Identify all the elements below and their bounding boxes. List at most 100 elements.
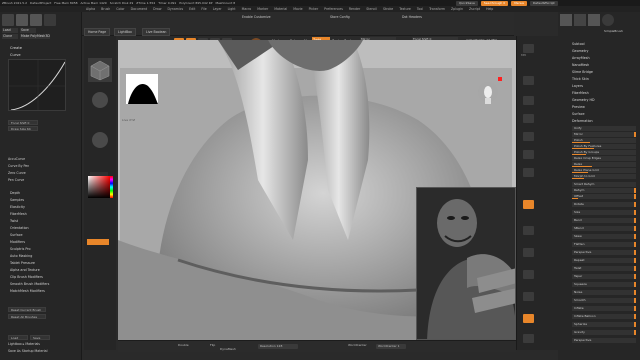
section-fibermesh[interactable]: FiberMesh: [572, 91, 589, 95]
reference-image-panel[interactable]: [416, 187, 516, 340]
move-view-button[interactable]: [523, 226, 534, 235]
deform-polish-groups[interactable]: Polish By Groups: [572, 150, 636, 155]
menu-edit[interactable]: Edit: [189, 7, 195, 11]
deform-flatten[interactable]: Flatten: [572, 242, 636, 247]
lightbox-materials-link[interactable]: Lightbox ▸ Materials: [8, 342, 40, 346]
deform-taper[interactable]: Taper: [572, 274, 636, 279]
section-preview[interactable]: Preview: [572, 105, 585, 109]
menu-texture[interactable]: Texture: [399, 7, 411, 11]
tool-thumb-4[interactable]: [44, 14, 56, 26]
menu-stencil[interactable]: Stencil: [366, 7, 377, 11]
deform-bend[interactable]: Bend: [572, 218, 636, 223]
clone-button[interactable]: Clone: [2, 34, 18, 39]
deform-repeat[interactable]: Repeat: [572, 258, 636, 263]
menu-light[interactable]: Light: [228, 7, 236, 11]
curve-by-pen-toggle[interactable]: Curve By Pen: [8, 164, 29, 168]
dynamesh-button[interactable]: DynaMesh: [220, 347, 236, 351]
alternate-color-button[interactable]: [87, 239, 109, 245]
deform-inflate[interactable]: Inflate: [572, 306, 636, 311]
menu-render[interactable]: Render: [349, 7, 360, 11]
curve-editor[interactable]: [8, 59, 66, 111]
list-item-surface[interactable]: Surface: [10, 233, 23, 237]
menu-transform[interactable]: Transform: [429, 7, 445, 11]
list-item-depth[interactable]: Depth: [10, 191, 20, 195]
store-config-button[interactable]: Store Config: [330, 15, 350, 19]
menu-picker[interactable]: Picker: [309, 7, 319, 11]
deform-polish-features[interactable]: Polish By Features: [572, 144, 636, 149]
list-item-smooth-brush-modifiers[interactable]: Smooth Brush Modifiers: [10, 282, 49, 286]
subtool-thumb-1[interactable]: [560, 14, 572, 26]
worldcenter-label[interactable]: WorldCenter: [348, 343, 367, 347]
deform-relax-crisp[interactable]: Relax Crisp Edges: [572, 156, 636, 161]
list-item-orientation[interactable]: Orientation: [10, 226, 29, 230]
transp-button[interactable]: [523, 314, 534, 323]
list-item-elasticity[interactable]: Elasticity: [10, 205, 25, 209]
save-material-button[interactable]: Save: [30, 335, 50, 340]
deform-perspective[interactable]: Perspective: [572, 250, 636, 255]
zero-curve-toggle[interactable]: Zero Curve: [8, 171, 26, 175]
tool-thumb-1[interactable]: [2, 14, 14, 26]
color-picker-square[interactable]: [88, 176, 110, 198]
section-arraymesh[interactable]: ArrayMesh: [572, 56, 590, 60]
list-item-auto-masking[interactable]: Auto Masking: [10, 254, 32, 258]
list-item-twist[interactable]: Twist: [10, 219, 18, 223]
create-section-label[interactable]: Create: [10, 46, 22, 50]
list-item-tablet-pressure[interactable]: Tablet Pressure: [10, 261, 35, 265]
list-item-clip-brush-modifiers[interactable]: Clip Brush Modifiers: [10, 275, 43, 279]
tool-thumb-2[interactable]: [16, 14, 28, 26]
load-material-button[interactable]: Load: [8, 335, 28, 340]
bpr-button[interactable]: [523, 44, 534, 53]
menu-color[interactable]: Color: [116, 7, 124, 11]
deform-sbend[interactable]: SBend: [572, 226, 636, 231]
curve-section-label[interactable]: Curve: [10, 53, 21, 57]
list-item-samples[interactable]: Samples: [10, 198, 24, 202]
list-item-alpha-texture[interactable]: Alpha and Texture: [10, 268, 40, 272]
save-tool-button[interactable]: Save: [20, 28, 36, 33]
flip-toggle[interactable]: Flip: [210, 343, 215, 347]
persp-button[interactable]: [523, 76, 534, 85]
section-slime-bridge[interactable]: Slime Bridge: [572, 70, 593, 74]
dot-headers-button[interactable]: Dot Headers: [402, 15, 422, 19]
accucurve-toggle[interactable]: AccuCurve: [8, 157, 25, 161]
deform-polish[interactable]: Polish: [572, 138, 636, 143]
deform-gravity[interactable]: Gravity: [572, 330, 636, 335]
polyf-button[interactable]: [523, 292, 534, 301]
list-item-modifiers[interactable]: Modifiers: [10, 240, 25, 244]
menu-zscript[interactable]: Zscript: [469, 7, 480, 11]
reset-current-brush-button[interactable]: Reset Current Brush: [8, 307, 46, 312]
local-button[interactable]: [523, 114, 534, 123]
see-through-slider[interactable]: See-through 0: [480, 0, 509, 6]
menu-help[interactable]: Help: [486, 7, 493, 11]
menu-marker[interactable]: Marker: [257, 7, 268, 11]
deform-morph-grid[interactable]: Morph to Grid: [572, 174, 636, 179]
pen-curve-toggle[interactable]: Pen Curve: [8, 178, 24, 182]
home-page-button[interactable]: Home Page: [84, 28, 111, 36]
deform-size[interactable]: Size: [572, 210, 636, 215]
section-subtool[interactable]: Subtool: [572, 42, 585, 46]
menu-dynamics[interactable]: Dynamics: [167, 7, 183, 11]
menu-brush[interactable]: Brush: [101, 7, 110, 11]
deform-twist[interactable]: Twist: [572, 266, 636, 271]
menu-macro[interactable]: Macro: [242, 7, 252, 11]
section-nanomesh[interactable]: NanoMesh: [572, 63, 589, 67]
rotate-view-button[interactable]: [523, 270, 534, 279]
deform-unify[interactable]: Unify: [572, 126, 636, 131]
hue-strip[interactable]: [110, 176, 113, 198]
menu-zplugin[interactable]: Zplugin: [451, 7, 463, 11]
scale-view-button[interactable]: [523, 248, 534, 257]
3d-viewport[interactable]: Live XYZ: [118, 40, 516, 340]
focal-shift-slider[interactable]: Focal Shift 0: [8, 120, 38, 125]
menu-tool[interactable]: Tool: [417, 7, 423, 11]
menu-material[interactable]: Material: [274, 7, 287, 11]
deform-skew[interactable]: Skew: [572, 234, 636, 239]
menu-layer[interactable]: Layer: [213, 7, 222, 11]
lsym-button[interactable]: [523, 132, 534, 141]
section-geometry[interactable]: Geometry: [572, 49, 588, 53]
deform-offset[interactable]: Offset: [572, 194, 636, 199]
deform-perspective-2[interactable]: Perspective: [572, 338, 636, 343]
floor-button[interactable]: [523, 96, 534, 105]
draw-size-slider[interactable]: Draw Size 64: [8, 126, 38, 131]
deform-rotate[interactable]: Rotate: [572, 202, 636, 207]
deform-noise[interactable]: Noise: [572, 290, 636, 295]
solo-button[interactable]: [523, 334, 534, 343]
